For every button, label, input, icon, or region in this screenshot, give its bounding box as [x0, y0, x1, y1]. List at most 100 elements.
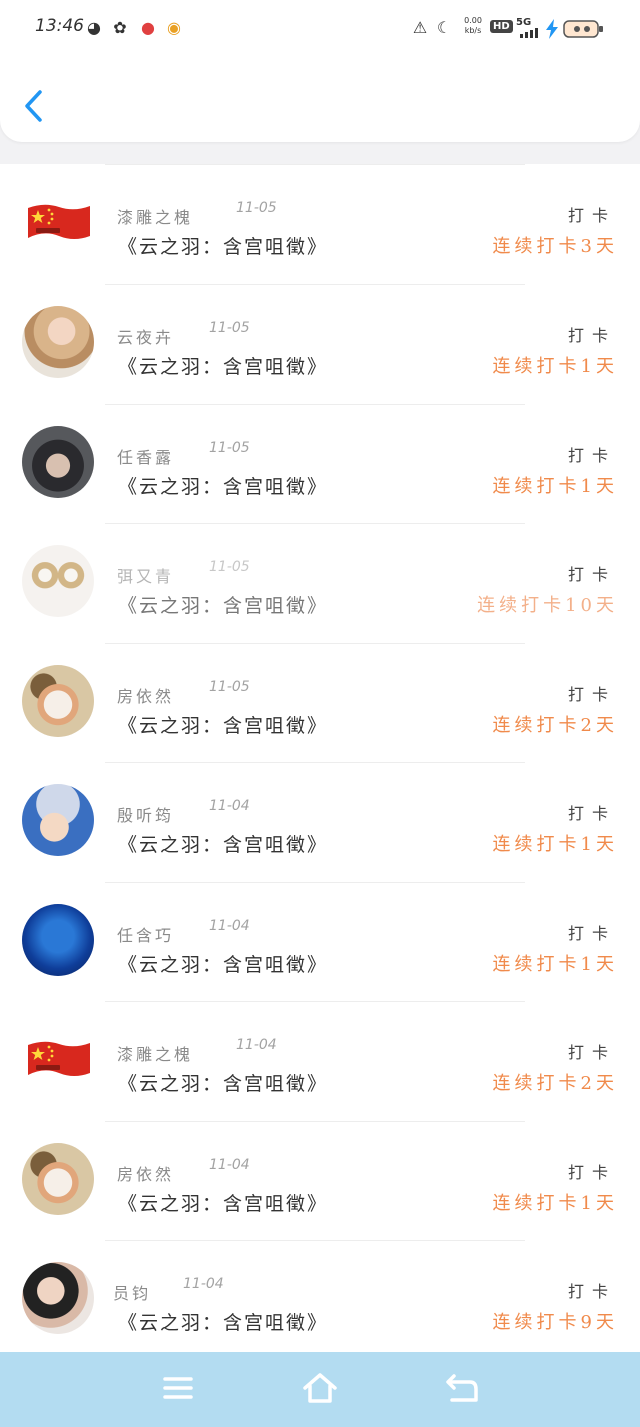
user-name: 云夜卉 [117, 328, 175, 347]
checkin-date: 11-04 [236, 1037, 277, 1053]
row-divider [105, 882, 525, 883]
checkin-date: 11-05 [209, 320, 250, 336]
streak-label: 连续打卡10天 [477, 595, 618, 616]
user-avatar [22, 306, 94, 378]
user-name: 殷听筠 [117, 806, 175, 825]
list-item[interactable]: 弭又青 11-05 《云之羽：含宫咀徵》 打卡连续打卡10天 [0, 523, 640, 643]
checkin-date: 11-05 [209, 559, 250, 575]
user-name: 任含巧 [117, 926, 175, 945]
checkin-label: 打卡 [567, 1163, 616, 1182]
checkin-date: 11-05 [236, 200, 277, 216]
row-divider [105, 1240, 525, 1241]
net-speed: 0.00 kb/s [464, 16, 482, 35]
book-title: 《云之羽：含宫咀徵》 [118, 1312, 329, 1334]
list-item[interactable]: 任香露 11-05 《云之羽：含宫咀徵》 打卡连续打卡1天 [0, 404, 640, 524]
user-name: 弭又青 [117, 567, 175, 586]
streak-label: 连续打卡1天 [492, 954, 618, 975]
user-avatar [22, 545, 94, 617]
user-avatar [22, 1143, 94, 1215]
streak-label: 连续打卡1天 [492, 356, 618, 377]
streak-label: 连续打卡2天 [492, 715, 618, 736]
china-flag-avatar [28, 1041, 90, 1076]
row-divider [105, 1121, 525, 1122]
book-title: 《云之羽：含宫咀徵》 [118, 595, 329, 617]
user-avatar [22, 904, 94, 976]
row-divider [105, 404, 525, 405]
checkin-date: 11-05 [209, 679, 250, 695]
vpn-icon: ◕ [87, 18, 101, 37]
mute-icon: ⚠ [412, 18, 428, 37]
signal-icon [520, 28, 538, 38]
book-title: 《云之羽：含宫咀徵》 [118, 476, 329, 498]
user-avatar [22, 784, 94, 856]
book-title: 《云之羽：含宫咀徵》 [118, 834, 329, 856]
book-title: 《云之羽：含宫咀徵》 [118, 356, 329, 378]
checkin-date: 11-05 [209, 440, 250, 456]
checkin-list: 漆雕之槐 11-05 《云之羽：含宫咀徵》 打卡 连续打卡3天 云夜卉 11-05 《云之羽：… [0, 164, 640, 1352]
list-item[interactable]: 房依然 11-05 《云之羽：含宫咀徵》 打卡连续打卡2天 [0, 643, 640, 763]
streak-label: 连续打卡9天 [492, 1312, 618, 1333]
checkin-label: 打卡 [567, 1043, 616, 1062]
checkin-date: 11-04 [183, 1276, 224, 1292]
list-item[interactable]: 漆雕之槐 11-04 《云之羽：含宫咀徵》 打卡连续打卡2天 [0, 1001, 640, 1121]
system-nav-bar [0, 1352, 640, 1427]
charging-icon [546, 19, 558, 39]
row-divider [105, 284, 525, 285]
list-item[interactable]: 房依然 11-04 《云之羽：含宫咀徵》 打卡连续打卡1天 [0, 1121, 640, 1241]
list-item[interactable]: 云夜卉 11-05 《云之羽：含宫咀徵》 打卡连续打卡1天 [0, 284, 640, 404]
page-header: 13:46 ◕ ✿ ● ◉ ⚠ ☾ 0.00 kb/s HD 5G [0, 0, 640, 142]
checkin-label: 打卡 [567, 1282, 616, 1301]
battery-icon [563, 20, 603, 38]
checkin-label: 打卡 [567, 565, 616, 584]
user-avatar [22, 1262, 94, 1334]
streak-label: 连续打卡1天 [492, 834, 618, 855]
status-bar: 13:46 ◕ ✿ ● ◉ ⚠ ☾ 0.00 kb/s HD 5G [0, 0, 640, 60]
book-title: 《云之羽：含宫咀徵》 [118, 1193, 329, 1215]
row-divider [105, 523, 525, 524]
menu-icon[interactable] [160, 1370, 196, 1406]
checkin-date: 11-04 [209, 918, 250, 934]
list-item[interactable]: 员钧 11-04 《云之羽：含宫咀徵》 打卡连续打卡9天 [0, 1240, 640, 1360]
location-icon: ● [141, 18, 155, 37]
list-item[interactable]: 漆雕之槐 11-05 《云之羽：含宫咀徵》 打卡连续打卡3天 [0, 164, 640, 284]
row-divider [105, 643, 525, 644]
checkin-date: 11-04 [209, 1157, 250, 1173]
user-name: 员钧 [113, 1284, 152, 1303]
checkin-date: 11-04 [209, 798, 250, 814]
back-button[interactable] [22, 88, 48, 124]
streak-label: 连续打卡2天 [492, 1073, 618, 1094]
checkin-label: 打卡 [567, 685, 616, 704]
status-time: 13:46 [35, 16, 84, 36]
user-name: 房依然 [117, 687, 175, 706]
row-divider [105, 762, 525, 763]
checkin-label: 打卡 [567, 446, 616, 465]
streak-label: 连续打卡1天 [492, 1193, 618, 1214]
list-item[interactable]: 殷听筠 11-04 《云之羽：含宫咀徵》 打卡连续打卡1天 [0, 762, 640, 882]
book-title: 《云之羽：含宫咀徵》 [118, 1073, 329, 1095]
network-type: 5G [516, 17, 532, 28]
back-arrow-icon[interactable] [444, 1370, 480, 1406]
book-title: 《云之羽：含宫咀徵》 [118, 715, 329, 737]
checkin-label: 打卡 [567, 924, 616, 943]
streak-label: 连续打卡3天 [492, 236, 618, 257]
book-title: 《云之羽：含宫咀徵》 [118, 954, 329, 976]
user-name: 漆雕之槐 [117, 208, 194, 227]
checkin-label: 打卡 [567, 326, 616, 345]
hd-badge: HD [490, 20, 513, 33]
row-divider [105, 164, 525, 165]
user-name: 任香露 [117, 448, 175, 467]
row-divider [105, 1001, 525, 1002]
weibo-icon: ◉ [167, 18, 181, 37]
moon-icon: ☾ [436, 18, 452, 37]
checkin-label: 打卡 [567, 206, 616, 225]
checkin-label: 打卡 [567, 804, 616, 823]
fan-icon: ✿ [113, 18, 127, 37]
china-flag-avatar [28, 204, 90, 239]
streak-label: 连续打卡1天 [492, 476, 618, 497]
user-name: 房依然 [117, 1165, 175, 1184]
book-title: 《云之羽：含宫咀徵》 [118, 236, 329, 258]
user-name: 漆雕之槐 [117, 1045, 194, 1064]
list-item[interactable]: 任含巧 11-04 《云之羽：含宫咀徵》 打卡连续打卡1天 [0, 882, 640, 1002]
user-avatar [22, 665, 94, 737]
home-icon[interactable] [302, 1370, 338, 1406]
